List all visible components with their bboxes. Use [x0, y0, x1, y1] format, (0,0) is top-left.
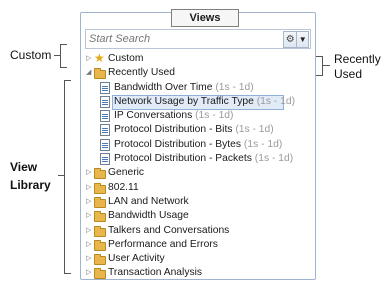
view-doc-icon	[100, 138, 110, 151]
library-folder-performance[interactable]: ▷ Performance and Errors	[85, 238, 313, 252]
expand-arrow-icon[interactable]: ▷	[86, 238, 94, 252]
expand-arrow-icon[interactable]: ▷	[86, 181, 94, 195]
folder-icon	[94, 182, 106, 194]
recently-used-bracket	[316, 56, 323, 76]
folder-icon	[94, 168, 106, 180]
library-folder-lan-network[interactable]: ▷ LAN and Network	[85, 195, 313, 209]
recently-used-bracket-tick	[322, 65, 330, 66]
views-tree: ▷ ★ Custom ◢ Recently Used Bandwidth Ove…	[85, 52, 313, 281]
folder-icon	[94, 196, 106, 208]
folder-icon	[94, 239, 106, 251]
views-panel: Views ⚙ ▼ ▷ ★ Custom ◢ Recently Used Ban…	[80, 9, 316, 281]
expand-arrow-icon[interactable]: ▷	[86, 195, 94, 209]
view-library-bracket-tick	[58, 175, 64, 176]
folder-icon	[94, 68, 106, 80]
recent-view-label: Protocol Distribution - Bytes (1s - 1d)	[114, 138, 283, 150]
filter-tool-icon[interactable]: ⚙	[284, 32, 296, 47]
view-doc-icon	[100, 124, 110, 137]
recent-view-item-selected[interactable]: Network Usage by Traffic Type (1s - 1d)	[85, 94, 313, 110]
library-folder-802-11[interactable]: ▷ 802.11	[85, 181, 313, 195]
recent-view-label: Protocol Distribution - Bits (1s - 1d)	[114, 124, 274, 136]
folder-icon	[94, 268, 106, 280]
views-title: Views	[171, 9, 239, 27]
search-box: ⚙ ▼	[85, 29, 311, 49]
library-folder-label: Talkers and Conversations	[108, 224, 230, 236]
recently-used-annotation: Recently Used	[334, 52, 381, 81]
expand-arrow-icon[interactable]: ▷	[86, 52, 94, 66]
view-library-annotation: View Library	[10, 160, 51, 192]
custom-annotation: Custom	[10, 48, 52, 62]
library-folder-generic[interactable]: ▷ Generic	[85, 166, 313, 180]
recent-view-label: Network Usage by Traffic Type (1s - 1d)	[114, 95, 296, 107]
recent-view-item[interactable]: Protocol Distribution - Bytes (1s - 1d)	[85, 138, 313, 152]
tree-item-custom[interactable]: ▷ ★ Custom	[85, 52, 313, 66]
chevron-down-icon[interactable]: ▼	[296, 32, 308, 47]
star-icon: ★	[94, 51, 105, 65]
recent-view-label: Protocol Distribution - Packets (1s - 1d…	[114, 153, 294, 165]
recent-view-label: IP Conversations (1s - 1d)	[114, 110, 234, 122]
view-doc-icon	[100, 95, 110, 108]
library-folder-label: LAN and Network	[108, 195, 189, 207]
recent-view-item[interactable]: Protocol Distribution - Packets (1s - 1d…	[85, 152, 313, 166]
library-folder-bandwidth-usage[interactable]: ▷ Bandwidth Usage	[85, 209, 313, 223]
expand-arrow-icon[interactable]: ▷	[86, 224, 94, 238]
library-folder-transaction-analysis[interactable]: ▷ Transaction Analysis	[85, 266, 313, 280]
library-folder-label: Performance and Errors	[108, 238, 218, 250]
view-doc-icon	[100, 110, 110, 123]
view-doc-icon	[100, 153, 110, 166]
recent-view-item[interactable]: IP Conversations (1s - 1d)	[85, 109, 313, 123]
folder-icon	[94, 225, 106, 237]
expand-arrow-icon[interactable]: ▷	[86, 252, 94, 266]
recent-view-item[interactable]: Bandwidth Over Time (1s - 1d)	[85, 81, 313, 95]
expand-arrow-icon[interactable]: ▷	[86, 209, 94, 223]
collapse-arrow-icon[interactable]: ◢	[86, 66, 94, 80]
search-input[interactable]	[89, 31, 264, 46]
library-folder-talkers[interactable]: ▷ Talkers and Conversations	[85, 224, 313, 238]
view-doc-icon	[100, 81, 110, 94]
folder-icon	[94, 254, 106, 266]
custom-bracket	[60, 44, 67, 68]
tree-item-recently-used[interactable]: ◢ Recently Used	[85, 66, 313, 80]
library-folder-label: Generic	[108, 167, 145, 179]
library-folder-label: 802.11	[108, 181, 139, 193]
tree-item-label: Custom	[108, 53, 144, 64]
library-folder-label: Bandwidth Usage	[108, 210, 189, 222]
expand-arrow-icon[interactable]: ▷	[86, 166, 94, 180]
library-folder-label: Transaction Analysis	[108, 267, 203, 279]
library-folder-label: User Activity	[108, 253, 165, 265]
custom-bracket-tick	[54, 55, 60, 56]
library-folder-user-activity[interactable]: ▷ User Activity	[85, 252, 313, 266]
recent-view-item[interactable]: Protocol Distribution - Bits (1s - 1d)	[85, 123, 313, 137]
folder-icon	[94, 211, 106, 223]
expand-arrow-icon[interactable]: ▷	[86, 266, 94, 280]
view-library-bracket	[64, 80, 71, 274]
search-options: ⚙ ▼	[283, 31, 309, 48]
tree-item-label: Recently Used	[108, 67, 175, 79]
recent-view-label: Bandwidth Over Time (1s - 1d)	[114, 81, 254, 93]
